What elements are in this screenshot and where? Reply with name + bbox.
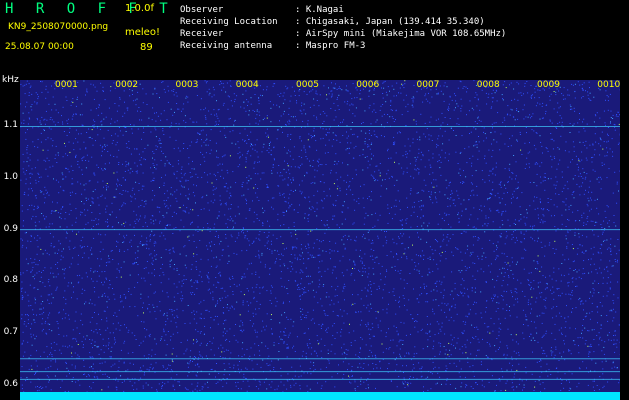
info-label: Receiver (180, 29, 224, 39)
y-tick-label: 0.9 (3, 223, 18, 234)
x-tick-label: 0006 (356, 80, 380, 90)
info-value: Maspro FM-3 (305, 41, 366, 51)
x-tick-label: 0004 (235, 80, 259, 90)
x-tick-label: 0003 (175, 80, 199, 90)
y-tick-label: 0.8 (3, 275, 18, 286)
x-tick-label: 0008 (476, 80, 500, 90)
info-value: K.Nagai (305, 5, 344, 15)
filename-label: KN9_2508070000.png (8, 22, 109, 32)
info-label: Receiving Location (180, 17, 278, 27)
info-row-location: Receiving Location: Chigasaki, Japan (13… (180, 17, 485, 27)
x-tick-label: 0009 (537, 80, 560, 90)
x-tick-label: 0010 (597, 80, 621, 90)
y-tick-label: 0.7 (3, 326, 18, 337)
y-axis-labels: 1.1 1.0 0.9 0.8 0.7 0.6 (0, 0, 20, 400)
count-label: 89 (140, 42, 153, 53)
x-tick-label: 0002 (115, 80, 139, 90)
x-tick-label: 0007 (416, 80, 440, 90)
info-row-observer: Observer: K.Nagai (180, 5, 344, 15)
y-tick-label: 0.6 (3, 378, 18, 389)
x-tick-label: 0005 (296, 80, 319, 90)
mode-label: meleo! (125, 27, 160, 38)
info-row-antenna: Receiving antenna: Maspro FM-3 (180, 41, 366, 51)
bottom-band (20, 392, 620, 400)
x-tick-label: 0001 (55, 80, 78, 90)
info-block: Observer: K.Nagai Receiving Location: Ch… (180, 4, 506, 52)
info-label: Receiving antenna (180, 41, 273, 51)
info-label: Observer (180, 5, 224, 15)
version-label: 1.0.0f (125, 3, 154, 14)
noise-speckle (20, 80, 620, 400)
spectrogram-canvas (20, 80, 620, 400)
spectrogram-plot (20, 80, 620, 400)
info-row-receiver: Receiver: AirSpy mini (Miakejima VOR 108… (180, 29, 507, 39)
y-tick-label: 1.0 (3, 172, 18, 183)
y-tick-label: 1.1 (3, 120, 18, 131)
info-value: Chigasaki, Japan (139.414 35.340) (305, 17, 485, 27)
info-value: AirSpy mini (Miakejima VOR 108.65MHz) (305, 29, 507, 39)
